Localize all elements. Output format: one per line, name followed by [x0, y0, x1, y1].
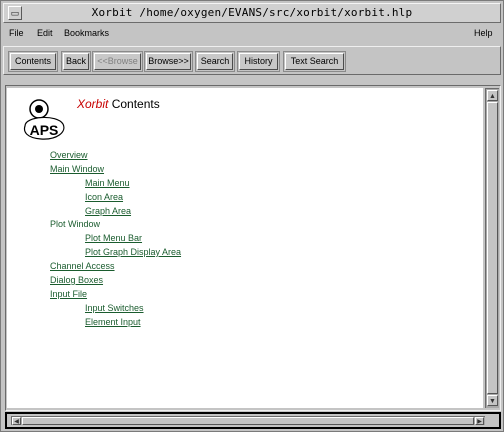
heading-text: Contents: [111, 97, 160, 111]
back-button[interactable]: Back: [61, 51, 91, 72]
toc-item-plot-window: Plot Window: [50, 219, 101, 229]
menu-help-label: Help: [474, 28, 493, 38]
toc-link-dialog-boxes[interactable]: Dialog Boxes: [50, 275, 103, 285]
contents-button[interactable]: Contents: [8, 51, 58, 72]
horizontal-scrollbar[interactable]: ◀ ▶: [11, 416, 485, 425]
scroll-right-arrow-icon[interactable]: ▶: [475, 417, 484, 425]
menu-help[interactable]: Help: [474, 28, 493, 38]
menu-edit-label: Edit: [37, 28, 53, 38]
horizontal-scroll-frame: ◀ ▶: [5, 412, 501, 429]
scroll-left-arrow-icon[interactable]: ◀: [12, 417, 21, 425]
menu-bookmarks-label: Bookmarks: [64, 28, 110, 38]
logo-text: APS: [30, 122, 59, 138]
toc-link-channel-access[interactable]: Channel Access: [50, 261, 115, 271]
title-bar[interactable]: ▭ Xorbit /home/oxygen/EVANS/src/xorbit/x…: [3, 3, 501, 23]
toc-link-overview[interactable]: Overview: [50, 150, 88, 160]
search-button[interactable]: Search: [195, 51, 235, 72]
page-title: Xorbit Contents: [77, 97, 160, 111]
menu-bar: File Edit Bookmarks Help: [3, 24, 501, 46]
help-document: APS Xorbit Contents Overview Main Window…: [7, 88, 483, 408]
toc-link-input-file[interactable]: Input File: [50, 289, 87, 299]
history-button[interactable]: History: [237, 51, 280, 72]
horizontal-scroll-thumb[interactable]: [22, 417, 474, 425]
toc-link-graph-area[interactable]: Graph Area: [85, 206, 131, 216]
scroll-up-arrow-icon[interactable]: ▲: [487, 90, 498, 101]
toolbar: Contents Back <<Browse Browse>> Search H…: [3, 46, 501, 75]
toc-link-input-switches[interactable]: Input Switches: [85, 303, 144, 313]
browse-forward-button[interactable]: Browse>>: [144, 51, 193, 72]
menu-bookmarks[interactable]: Bookmarks: [64, 28, 109, 38]
toc-link-element-input[interactable]: Element Input: [85, 317, 141, 327]
menu-file[interactable]: File: [9, 28, 24, 38]
toc-link-icon-area[interactable]: Icon Area: [85, 192, 123, 202]
brand-name: Xorbit: [77, 97, 109, 111]
browse-back-button[interactable]: <<Browse: [92, 51, 143, 72]
menu-file-label: File: [9, 28, 24, 38]
menu-edit[interactable]: Edit: [37, 28, 53, 38]
help-window: ▭ Xorbit /home/oxygen/EVANS/src/xorbit/x…: [0, 0, 504, 432]
text-search-button[interactable]: Text Search: [283, 51, 346, 72]
toc-link-main-menu[interactable]: Main Menu: [85, 178, 130, 188]
vertical-scroll-thumb[interactable]: [487, 102, 498, 394]
toc-link-plot-graph-display-area[interactable]: Plot Graph Display Area: [85, 247, 181, 257]
aps-logo-icon: APS: [23, 99, 65, 140]
window-title: Xorbit /home/oxygen/EVANS/src/xorbit/xor…: [91, 6, 413, 19]
toc-link-main-window[interactable]: Main Window: [50, 164, 104, 174]
toc-link-plot-menu-bar[interactable]: Plot Menu Bar: [85, 233, 142, 243]
scroll-down-arrow-icon[interactable]: ▼: [487, 395, 498, 406]
vertical-scrollbar[interactable]: ▲ ▼: [485, 88, 499, 408]
